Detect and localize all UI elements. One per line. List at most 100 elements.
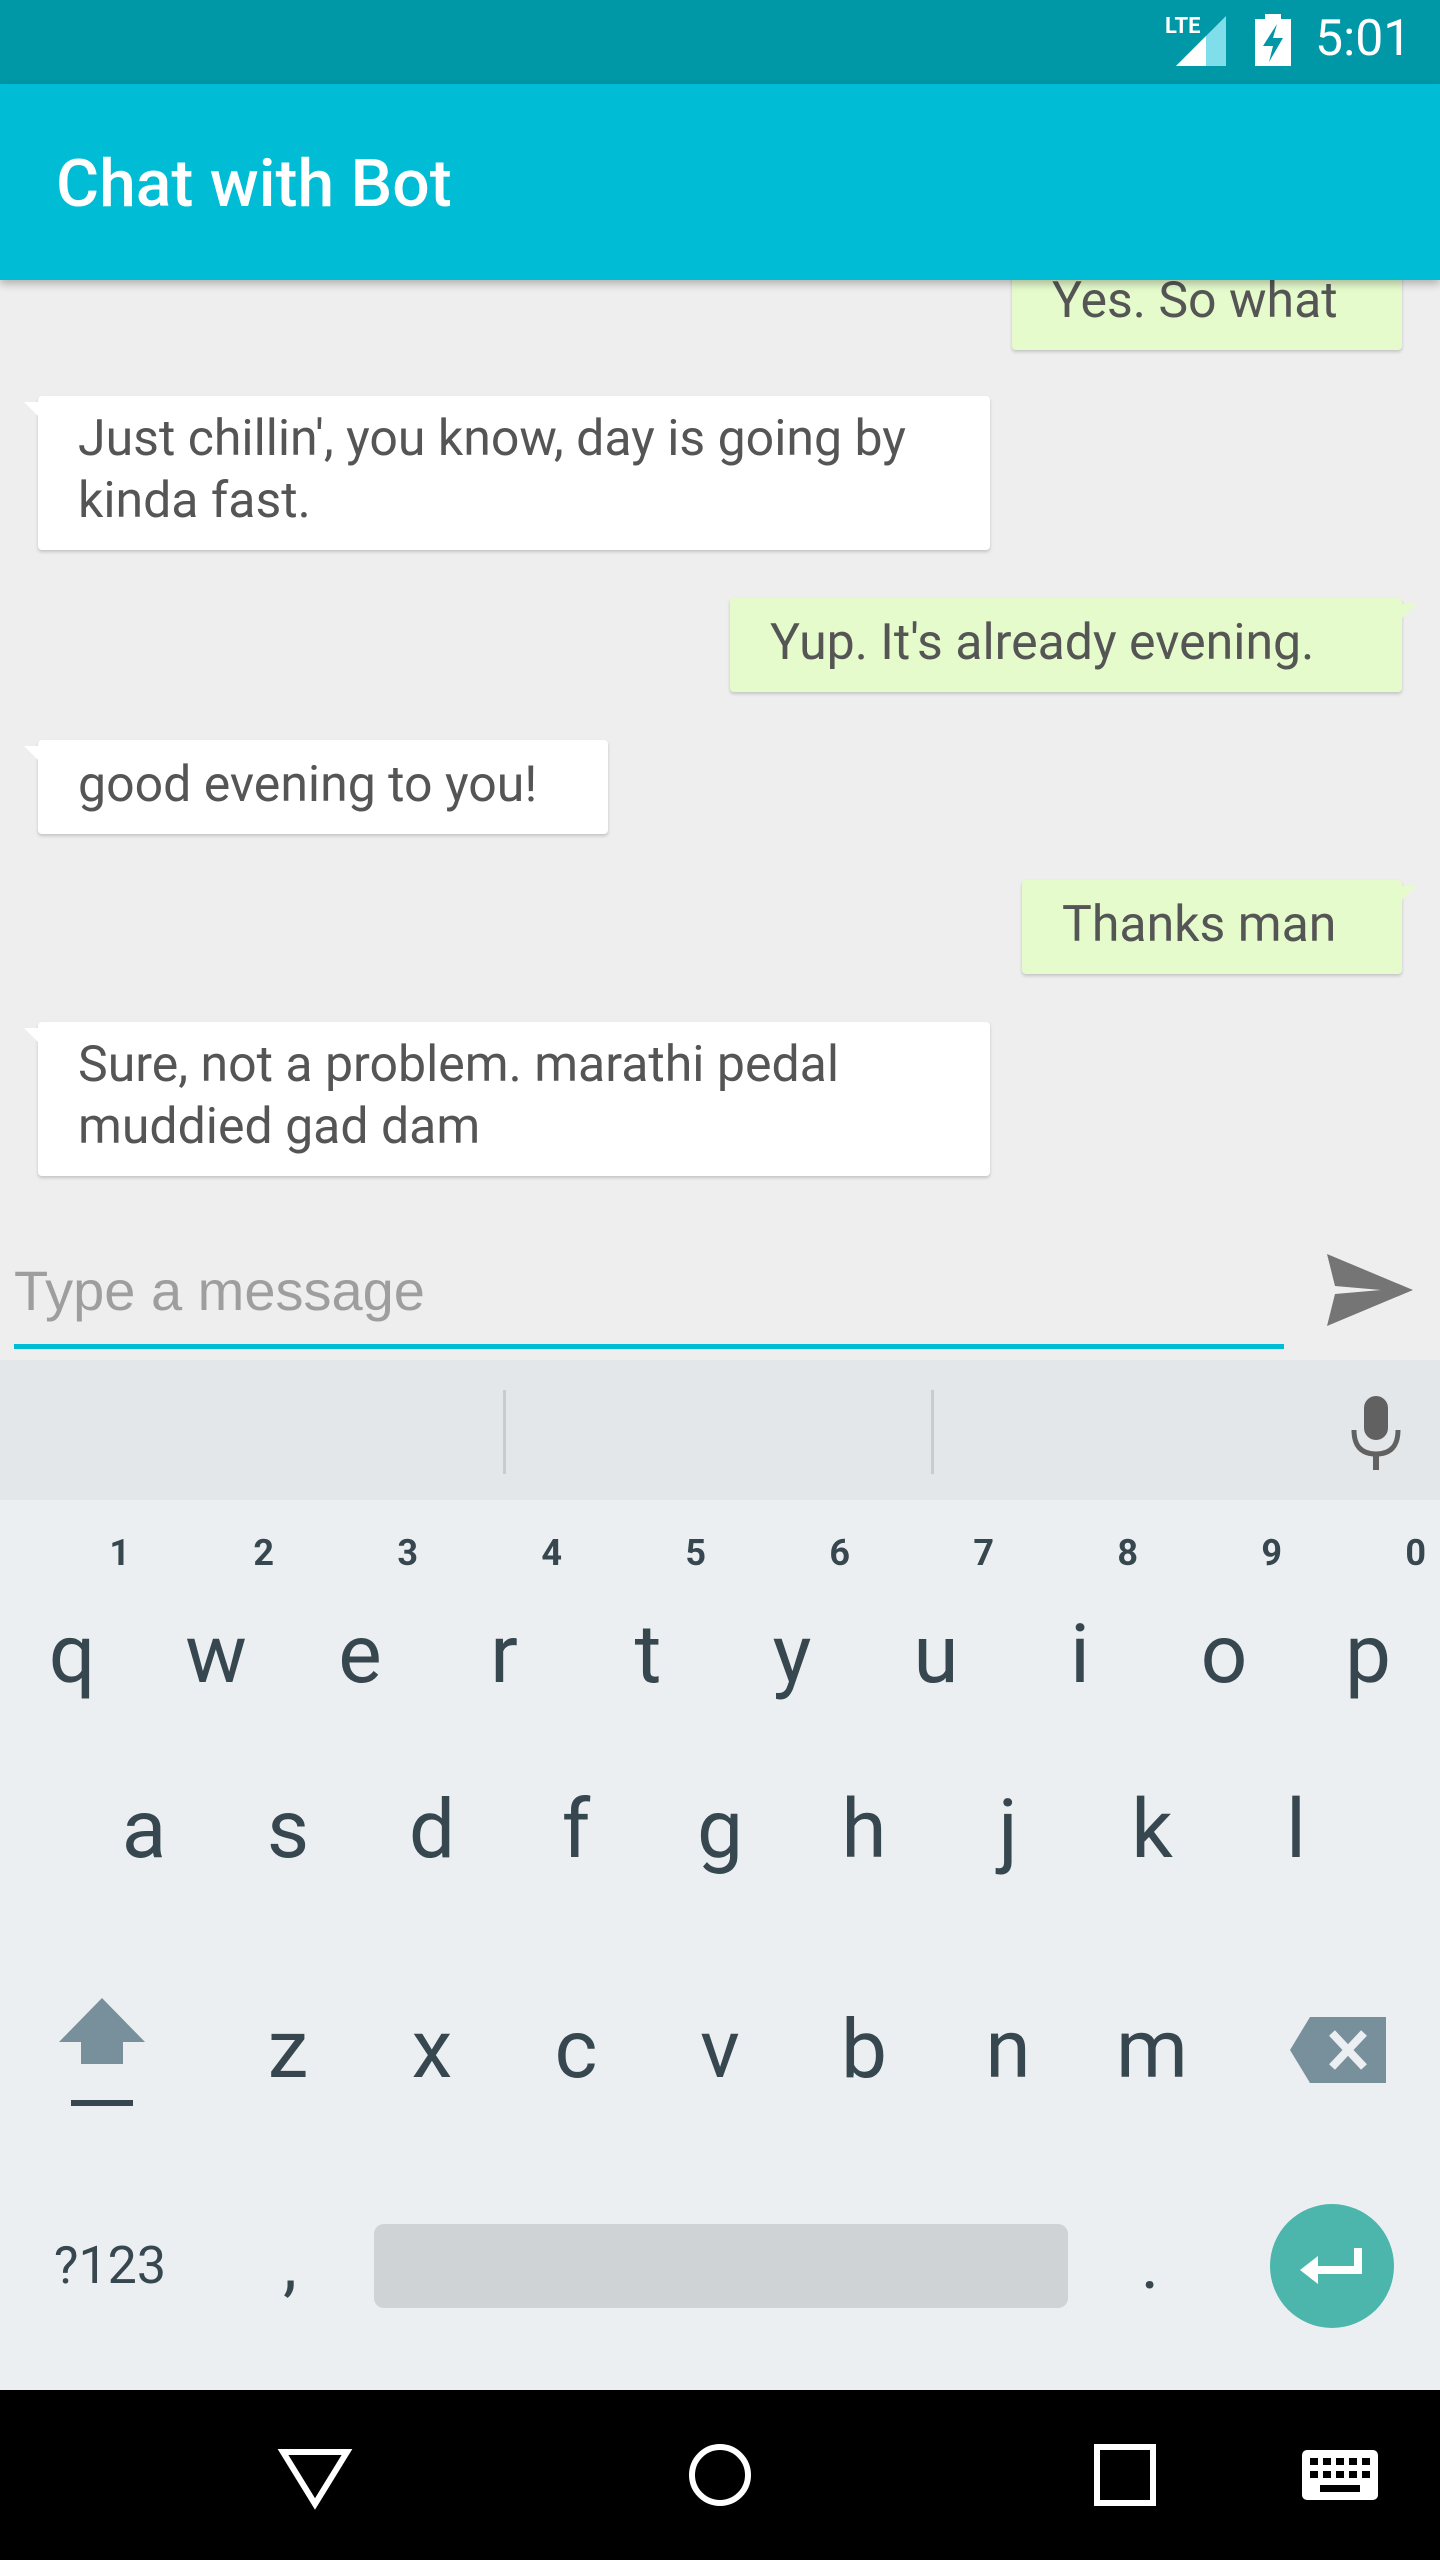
key-label: l (1286, 1782, 1306, 1878)
key-b[interactable]: b (792, 1950, 936, 2150)
key-label: m (1116, 2002, 1188, 2098)
message-text: good evening to you! (78, 756, 538, 814)
key-hint: 1 (109, 1532, 130, 1574)
key-y[interactable]: 6y (720, 1520, 864, 1720)
key-label: j (998, 1782, 1018, 1878)
key-label: k (1131, 1782, 1173, 1878)
key-k[interactable]: k (1080, 1730, 1224, 1930)
message-bubble-sent: Yes. So what (1012, 280, 1416, 350)
back-icon[interactable] (265, 2430, 365, 2520)
key-label: a (121, 1782, 167, 1878)
network-type-label: LTE (1165, 14, 1201, 39)
key-p[interactable]: 0p (1296, 1520, 1440, 1720)
key-label: x (411, 2002, 453, 2098)
message-bubble-received: good evening to you! (24, 740, 608, 834)
key-label: v (700, 2002, 740, 2098)
shift-icon (59, 1998, 145, 2106)
backspace-icon (1290, 2017, 1386, 2083)
key-label: t (634, 1607, 662, 1703)
message-text: Just chillin', you know, day is going by… (78, 410, 906, 530)
suggestion-divider (503, 1390, 506, 1474)
key-hint: 9 (1261, 1532, 1282, 1574)
microphone-icon[interactable] (1348, 1396, 1404, 1472)
key-s[interactable]: s (216, 1730, 360, 1930)
key-j[interactable]: j (936, 1730, 1080, 1930)
key-e[interactable]: 3e (288, 1520, 432, 1720)
message-bubble-sent: Thanks man (1022, 880, 1416, 974)
key-v[interactable]: v (648, 1950, 792, 2150)
space-key[interactable] (374, 2224, 1068, 2308)
key-hint: 8 (1117, 1532, 1138, 1574)
key-label: i (1070, 1607, 1090, 1703)
key-hint: 2 (253, 1532, 274, 1574)
message-bubble-received: Sure, not a problem. marathi pedal muddi… (24, 1022, 990, 1176)
key-h[interactable]: h (792, 1730, 936, 1930)
key-f[interactable]: f (504, 1730, 648, 1930)
message-bubble-received: Just chillin', you know, day is going by… (24, 396, 990, 550)
key-label: q (48, 1607, 96, 1703)
key-i[interactable]: 8i (1008, 1520, 1152, 1720)
key-hint: 4 (541, 1532, 562, 1574)
period-key[interactable]: . (1110, 2200, 1190, 2330)
key-label: g (696, 1782, 744, 1878)
home-icon[interactable] (670, 2430, 770, 2520)
key-label: z (267, 2002, 309, 2098)
message-text: Yup. It's already evening. (770, 614, 1315, 672)
message-composer (0, 1230, 1440, 1360)
key-label: u (913, 1607, 959, 1703)
key-label: , (283, 2224, 297, 2306)
recents-icon[interactable] (1075, 2430, 1175, 2520)
key-label: h (841, 1782, 887, 1878)
key-label: b (840, 2002, 888, 2098)
send-icon[interactable] (1325, 1250, 1415, 1330)
page-title: Chat with Bot (56, 146, 452, 223)
key-x[interactable]: x (360, 1950, 504, 2150)
key-q[interactable]: 1q (0, 1520, 144, 1720)
key-l[interactable]: l (1224, 1730, 1368, 1930)
system-nav-bar (0, 2390, 1440, 2560)
key-label: p (1344, 1607, 1392, 1703)
key-label: f (561, 1782, 591, 1878)
key-a[interactable]: a (72, 1730, 216, 1930)
key-label: o (1200, 1607, 1248, 1703)
key-g[interactable]: g (648, 1730, 792, 1930)
key-d[interactable]: d (360, 1730, 504, 1930)
enter-key[interactable] (1270, 2204, 1394, 2328)
battery-charging-icon (1255, 14, 1291, 66)
message-bubble-sent: Yup. It's already evening. (730, 598, 1416, 692)
suggestion-divider (931, 1390, 934, 1474)
message-text: Sure, not a problem. marathi pedal muddi… (78, 1036, 840, 1156)
key-z[interactable]: z (216, 1950, 360, 2150)
key-n[interactable]: n (936, 1950, 1080, 2150)
key-label: y (772, 1607, 812, 1703)
keyboard-switch-icon[interactable] (1290, 2430, 1390, 2520)
key-o[interactable]: 9o (1152, 1520, 1296, 1720)
key-u[interactable]: 7u (864, 1520, 1008, 1720)
shift-key[interactable] (30, 1950, 174, 2150)
key-label: n (985, 2002, 1031, 2098)
message-input[interactable] (14, 1244, 1284, 1349)
key-label: ?123 (53, 2234, 167, 2296)
key-t[interactable]: 5t (576, 1520, 720, 1720)
key-label: d (408, 1782, 456, 1878)
key-label: w (185, 1607, 247, 1703)
message-text: Yes. So what (1052, 280, 1338, 330)
key-label: r (490, 1607, 518, 1703)
symbols-key[interactable]: ?123 (30, 2200, 190, 2330)
key-hint: 3 (397, 1532, 418, 1574)
status-bar: LTE 5:01 (0, 0, 1440, 84)
backspace-key[interactable] (1266, 1950, 1410, 2150)
key-r[interactable]: 4r (432, 1520, 576, 1720)
enter-icon (1300, 2248, 1362, 2284)
key-hint: 0 (1405, 1532, 1426, 1574)
key-w[interactable]: 2w (144, 1520, 288, 1720)
key-c[interactable]: c (504, 1950, 648, 2150)
suggestion-strip (0, 1360, 1440, 1500)
app-bar: Chat with Bot (0, 84, 1440, 280)
clock: 5:01 (1315, 10, 1412, 68)
message-text: Thanks man (1062, 896, 1337, 954)
chat-list[interactable]: Yes. So what Just chillin', you know, da… (0, 280, 1440, 1230)
key-label: c (554, 2002, 598, 2098)
comma-key[interactable]: , (250, 2200, 330, 2330)
key-m[interactable]: m (1080, 1950, 1224, 2150)
